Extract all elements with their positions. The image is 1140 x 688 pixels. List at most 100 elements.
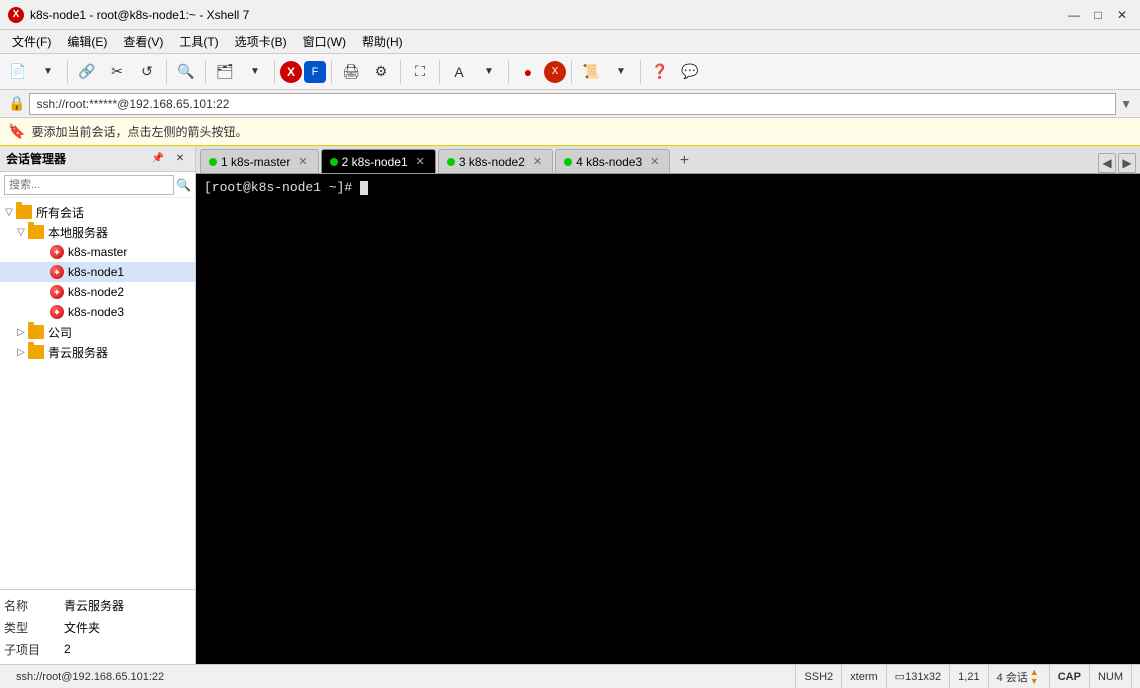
status-protocol-text: SSH2 [804,671,833,683]
toolbar-separator-7 [439,60,440,84]
tab-k8s-node1[interactable]: 2 k8s-node1 ✕ [321,149,436,173]
reconnect-button[interactable]: ↺ [133,58,161,86]
status-connection: ssh://root@192.168.65.101:22 [8,665,796,688]
new-terminal-button[interactable]: X [280,61,302,83]
tab-nav-controls: ◀ ▶ [1098,153,1136,173]
arrow-down-icon: ▼ [1030,677,1039,686]
terminal-area[interactable]: [root@k8s-node1 ~]# [196,174,1140,664]
tab-dot-master [209,158,217,166]
script-dropdown[interactable]: ▼ [607,58,635,86]
disconnect-button[interactable]: ✂ [103,58,131,86]
menu-tabs[interactable]: 选项卡(B) [227,31,295,52]
status-cursor-text: 1,21 [958,671,979,683]
menu-edit[interactable]: 编辑(E) [59,31,115,52]
window-controls: — □ ✕ [1064,5,1132,25]
new-session-button[interactable]: 📄 [4,58,32,86]
prop-label-type: 类型 [4,619,64,636]
tab-nav-left-button[interactable]: ◀ [1098,153,1116,173]
tree-group-local-label: 本地服务器 [48,224,108,241]
tab-nav-right-button[interactable]: ▶ [1118,153,1136,173]
tab-label-master: 1 k8s-master [221,155,290,169]
connect-button[interactable]: 🔗 [73,58,101,86]
tree-group-qingyun[interactable]: ▷ 青云服务器 [0,342,195,362]
sidebar-search: 🔍 [0,172,195,198]
session-manager-dropdown[interactable]: ▼ [241,58,269,86]
sidebar-header: 会话管理器 📌 ✕ [0,146,195,172]
prop-row-name: 名称 青云服务器 [4,594,191,616]
terminal-prompt: [root@k8s-node1 ~]# [204,180,360,195]
tree-server-k8s-node1[interactable]: ✦ k8s-node1 [0,262,195,282]
tree-server-k8s-node2[interactable]: ✦ k8s-node2 [0,282,195,302]
menu-file[interactable]: 文件(F) [4,31,59,52]
address-input[interactable] [29,93,1116,115]
toolbar-separator-8 [508,60,509,84]
session-manager-button[interactable]: 🗂 [211,58,239,86]
sidebar-close-button[interactable]: ✕ [171,150,189,168]
color-button[interactable]: ● [514,58,542,86]
print-button[interactable]: 🖨 [337,58,365,86]
tree-server-k8s-master[interactable]: ✦ k8s-master [0,242,195,262]
status-encoding-text: xterm [850,671,878,683]
server-icon-node2: ✦ [50,285,64,299]
server-icon-node3: ✦ [50,305,64,319]
right-pane: 1 k8s-master ✕ 2 k8s-node1 ✕ 3 k8s-node2… [196,146,1140,664]
tree-server-k8s-node3[interactable]: ✦ k8s-node3 [0,302,195,322]
tree-toggle-root[interactable]: ▽ [2,207,16,218]
maximize-button[interactable]: □ [1088,5,1108,25]
tab-close-node1[interactable]: ✕ [416,155,425,168]
tree-server-node1-label: k8s-node1 [68,265,124,279]
status-dimensions-text: 131x32 [905,671,941,683]
menu-help[interactable]: 帮助(H) [354,31,411,52]
toolbar-separator-5 [331,60,332,84]
toolbar-separator-2 [166,60,167,84]
prop-value-name: 青云服务器 [64,597,124,614]
status-dimensions: ▭ 131x32 [887,665,951,688]
toolbar-separator-3 [205,60,206,84]
sidebar-search-input[interactable] [4,175,174,195]
tab-k8s-node3[interactable]: 4 k8s-node3 ✕ [555,149,670,173]
fullscreen-button[interactable]: ⛶ [406,58,434,86]
tab-close-node3[interactable]: ✕ [650,155,659,168]
tab-close-node2[interactable]: ✕ [533,155,542,168]
tree-toggle-local[interactable]: ▽ [14,227,28,238]
script-button[interactable]: 📜 [577,58,605,86]
prop-value-type: 文件夹 [64,619,100,636]
status-num: NUM [1090,665,1132,688]
properties-button[interactable]: ⚙ [367,58,395,86]
menu-window[interactable]: 窗口(W) [295,31,354,52]
close-button[interactable]: ✕ [1112,5,1132,25]
tab-k8s-master[interactable]: 1 k8s-master ✕ [200,149,319,173]
search-button[interactable]: 🔍 [172,58,200,86]
session-arrows: ▲ ▼ [1030,668,1039,686]
tab-k8s-node2[interactable]: 3 k8s-node2 ✕ [438,149,553,173]
tree-toggle-qingyun[interactable]: ▷ [14,347,28,358]
tree-group-local[interactable]: ▽ 本地服务器 [0,222,195,242]
tree-root-label: 所有会话 [36,204,84,221]
tree-root-item[interactable]: ▽ 所有会话 [0,202,195,222]
font-dropdown[interactable]: ▼ [475,58,503,86]
address-dropdown-arrow[interactable]: ▼ [1120,97,1132,111]
toolbar: 📄 ▼ 🔗 ✂ ↺ 🔍 🗂 ▼ X F 🖨 ⚙ ⛶ A ▼ ● X 📜 ▼ ❓ … [0,54,1140,90]
font-button[interactable]: A [445,58,473,86]
menu-view[interactable]: 查看(V) [115,31,171,52]
xmanager-button[interactable]: X [544,61,566,83]
server-icon-node1: ✦ [50,265,64,279]
tree-toggle-company[interactable]: ▷ [14,327,28,338]
menu-tools[interactable]: 工具(T) [171,31,226,52]
xftp-button[interactable]: F [304,61,326,83]
status-protocol: SSH2 [796,665,842,688]
session-tree: ▽ 所有会话 ▽ 本地服务器 ✦ k8s-master ✦ k8s-node1 [0,198,195,589]
add-tab-button[interactable]: + [672,149,696,173]
new-session-dropdown[interactable]: ▼ [34,58,62,86]
help-button[interactable]: ❓ [646,58,674,86]
tree-group-company[interactable]: ▷ 公司 [0,322,195,342]
status-encoding: xterm [842,665,887,688]
update-button[interactable]: 💬 [676,58,704,86]
status-sessions-text: 4 会话 [997,669,1028,685]
sidebar-pin-button[interactable]: 📌 [149,150,167,168]
server-icon-master: ✦ [50,245,64,259]
status-cap: CAP [1050,665,1090,688]
minimize-button[interactable]: — [1064,5,1084,25]
tab-close-master[interactable]: ✕ [298,155,307,168]
app-icon: X [8,7,24,23]
